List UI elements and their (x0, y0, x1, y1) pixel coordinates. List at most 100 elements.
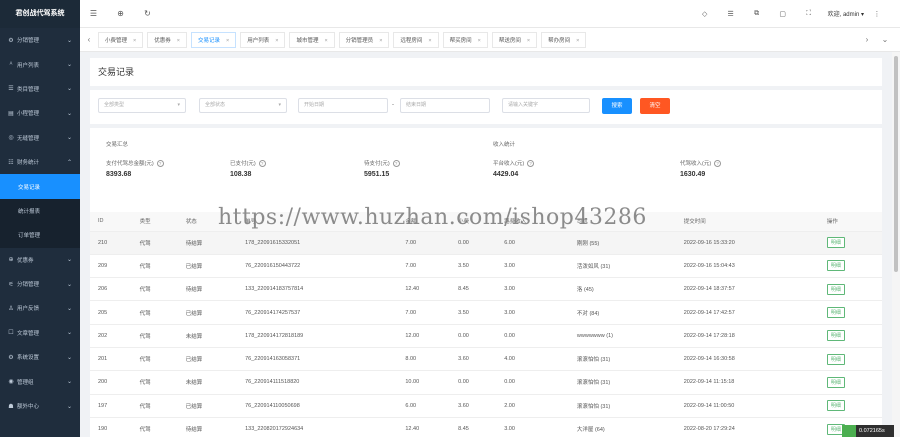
detail-button[interactable]: 明细 (826, 283, 845, 295)
table-cell: 197 (90, 394, 132, 418)
sidebar-item-2[interactable]: 统计报表 (0, 199, 80, 223)
table-cell: 2022-09-14 11:00:50 (675, 394, 819, 418)
close-icon[interactable]: × (177, 38, 180, 44)
sidebar-item-label: 分销管理 (17, 38, 40, 45)
sidebar-item-4[interactable]: ☐ 文章管理 ⌄ (0, 321, 80, 345)
tab-4[interactable]: 用户列表 × (240, 31, 286, 48)
sidebar-item-1[interactable]: ⚙ 分销管理 ⌄ (0, 28, 80, 52)
menu-toggle-icon[interactable]: ☰ (80, 9, 107, 18)
lock-icon[interactable]: ▢ (770, 10, 796, 18)
tab-label: 帮送房间 (498, 37, 521, 44)
sidebar-item-6[interactable]: ◉ 管理组 ⌄ (0, 369, 80, 393)
sidebar-item-label: 交易记录 (18, 184, 41, 191)
sidebar-item-3[interactable]: ☰ 类目管理 ⌄ (0, 77, 80, 101)
title-panel (90, 58, 882, 86)
filter-bar: 全部类型 ▾ 全部状态 ▾ 开始日期 - 结束日期 请输入关键字 搜索 清空 (90, 90, 882, 124)
table-cell: 明细 (818, 324, 882, 348)
more-icon[interactable]: ⋮ (864, 10, 890, 18)
table-cell: 210 (90, 231, 132, 255)
sidebar-item-3[interactable]: ♙ 用户反馈 ⌄ (0, 296, 80, 320)
help-icon[interactable]: ? (258, 160, 266, 168)
stat-label-paid: 已支付(元)? (230, 159, 266, 168)
table-cell: 3.00 (496, 417, 569, 437)
table-cell: 2.00 (496, 394, 569, 418)
sidebar-item-2[interactable]: ᴬ 用户列表 ⌄ (0, 52, 80, 76)
close-icon[interactable]: × (275, 38, 278, 44)
notes-icon[interactable]: ☰ (718, 10, 744, 18)
tab-5[interactable]: 城市管理 × (289, 31, 335, 48)
close-icon[interactable]: × (576, 38, 579, 44)
help-icon[interactable]: ? (156, 160, 164, 168)
sidebar-item-7[interactable]: ☗ 额外中心 ⌄ (0, 394, 80, 418)
sidebar-item-5[interactable]: ⚙ 系统设置 ⌄ (0, 345, 80, 369)
tab-6[interactable]: 分销管理员 × (338, 31, 390, 48)
table-cell: 4.00 (496, 347, 569, 372)
theme-icon[interactable]: ⧉ (744, 10, 770, 18)
chevron-down-icon: ⌄ (66, 379, 72, 386)
tab-label: 远程房间 (400, 37, 423, 44)
tabs-scroll-left-icon[interactable]: ‹ (80, 35, 98, 44)
tab-2[interactable]: 优惠券 × (147, 31, 187, 48)
search-button[interactable]: 搜索 (602, 98, 632, 114)
clear-cache-icon[interactable]: ◇ (692, 10, 718, 18)
type-select[interactable]: 全部类型 ▾ (98, 98, 186, 113)
status-select-value: 全部状态 (205, 102, 226, 108)
close-icon[interactable]: × (324, 38, 327, 44)
detail-button[interactable]: 明细 (826, 353, 845, 365)
page-scrollbar[interactable] (892, 52, 900, 437)
table-cell: 205 (90, 300, 132, 325)
sidebar-item-1[interactable]: 交易记录 (0, 174, 80, 199)
user-menu[interactable]: 欢迎, admin ▾ (828, 9, 864, 18)
help-icon[interactable]: ? (527, 160, 535, 168)
status-select[interactable]: 全部状态 ▾ (199, 98, 287, 113)
detail-button[interactable]: 明细 (826, 400, 845, 412)
tab-1[interactable]: 小费管理 × (98, 31, 144, 48)
detail-button[interactable]: 明细 (826, 330, 845, 342)
reset-button[interactable]: 清空 (640, 98, 670, 114)
sidebar-item-6[interactable]: ☷ 财务统计 ⌃ (0, 150, 80, 174)
close-icon[interactable]: × (428, 38, 431, 44)
table-cell: 76_220914163058371 (237, 347, 398, 372)
detail-button[interactable]: 明细 (826, 260, 845, 272)
tab-9[interactable]: 帮送房间 × (491, 31, 538, 48)
fullscreen-icon[interactable]: ⛶ (796, 10, 822, 18)
column-header: 类型 (131, 212, 178, 232)
sidebar-item-1[interactable]: ⊕ 优惠券 ⌄ (0, 248, 80, 272)
close-icon[interactable]: × (379, 38, 382, 44)
help-icon[interactable]: ? (392, 160, 400, 168)
table-cell: 178_220914172818189 (237, 324, 398, 348)
close-icon[interactable]: × (478, 38, 481, 44)
close-icon[interactable]: × (133, 38, 136, 44)
close-icon[interactable]: × (527, 38, 530, 44)
sidebar-item-2[interactable]: ⚟ 分销管理 ⌄ (0, 272, 80, 296)
tab-8[interactable]: 帮买房间 × (442, 31, 488, 48)
start-date-input[interactable]: 开始日期 (298, 98, 388, 113)
column-header: ID (90, 212, 132, 232)
tab-7[interactable]: 远程房间 × (393, 31, 439, 48)
sidebar-item-3[interactable]: 订单管理 (0, 223, 80, 247)
tabs-menu-icon[interactable]: ⌄ (876, 35, 894, 44)
refresh-icon[interactable]: ↻ (134, 9, 161, 18)
tabs-scroll-right-icon[interactable]: › (858, 35, 876, 44)
globe-icon[interactable]: ⊕ (107, 9, 134, 18)
close-icon[interactable]: × (226, 38, 229, 44)
table-cell: 明细 (818, 300, 882, 325)
tab-10[interactable]: 帮办房间 × (541, 31, 587, 48)
app-logo-title: 君创战代驾系统 (0, 0, 80, 28)
detail-button[interactable]: 明细 (826, 376, 845, 388)
sidebar-item-4[interactable]: ▤ 小程管理 ⌄ (0, 101, 80, 125)
detail-button[interactable]: 明细 (826, 307, 845, 319)
sidebar-item-5[interactable]: ◎ 无缝管理 ⌄ (0, 126, 80, 150)
table-cell: 待结算 (177, 231, 238, 255)
help-icon[interactable]: ? (714, 160, 722, 168)
scrollbar-thumb[interactable] (894, 56, 898, 272)
table-cell: 2022-09-14 16:30:58 (675, 347, 819, 372)
keyword-input[interactable]: 请输入关键字 (502, 98, 590, 113)
tab-3[interactable]: 交易记录 × (190, 31, 237, 48)
detail-button[interactable]: 明细 (826, 237, 845, 249)
chevron-down-icon: ⌄ (66, 354, 72, 361)
end-date-input[interactable]: 结束日期 (400, 98, 490, 113)
table-cell: 206 (90, 277, 132, 302)
speed-icon (842, 425, 856, 437)
table-cell: 代驾 (131, 324, 178, 348)
